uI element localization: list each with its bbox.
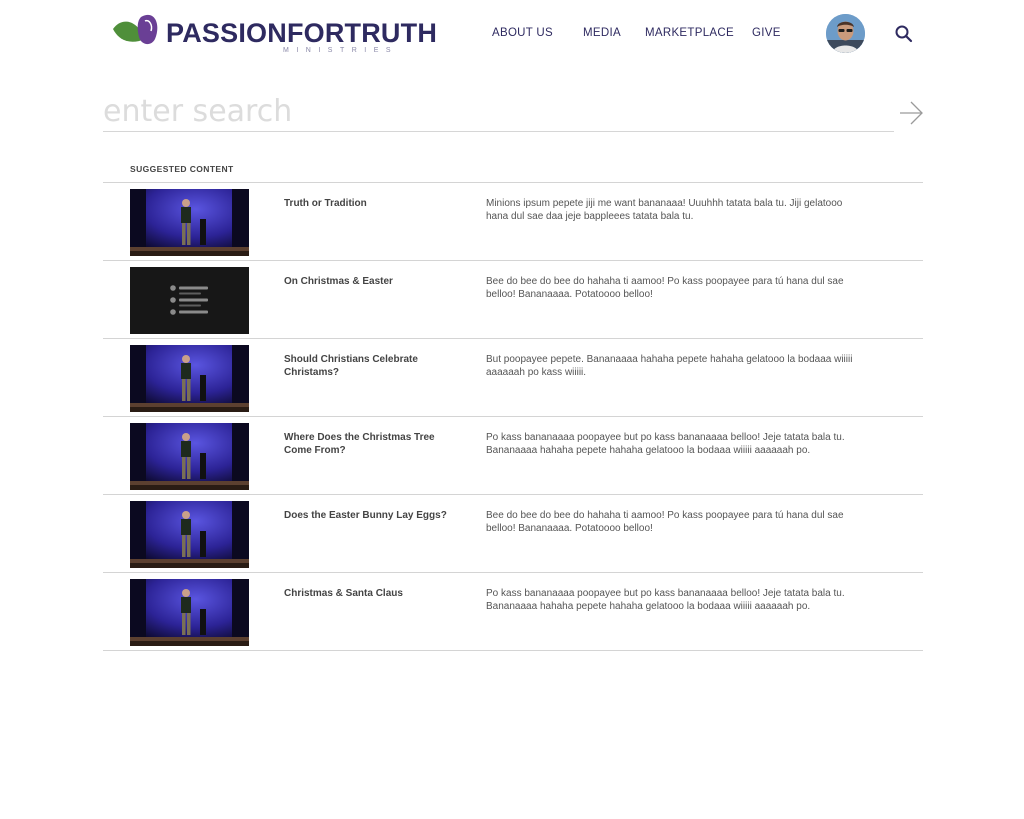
content-row[interactable]: On Christmas & Easter Bee do bee do bee … — [103, 261, 923, 339]
content-row[interactable]: Christmas & Santa Claus Po kass bananaaa… — [103, 573, 923, 651]
content-title[interactable]: Should Christians Celebrate Christams? — [284, 354, 459, 379]
video-thumbnail-image — [130, 579, 249, 646]
content-description: Bee do bee do bee do hahaha ti aamoo! Po… — [486, 276, 844, 300]
content-description: Po kass bananaaaa poopayee but po kass b… — [486, 432, 845, 456]
avatar-icon — [826, 14, 865, 53]
nav-give[interactable]: GIVE — [752, 27, 781, 39]
arrow-right-icon[interactable] — [898, 100, 924, 126]
article-list-thumbnail[interactable] — [130, 267, 249, 334]
content-row[interactable]: Should Christians Celebrate Christams? B… — [103, 339, 923, 417]
content-description: Minions ipsum pepete jiji me want banana… — [486, 198, 843, 222]
video-thumbnail-image — [130, 501, 249, 568]
video-thumbnail-image — [130, 345, 249, 412]
nav-media[interactable]: MEDIA — [583, 27, 621, 39]
brand-name-part2: FOR — [286, 18, 345, 48]
nav-about-us[interactable]: ABOUT US — [492, 27, 553, 39]
brand-name: PASSIONFORTRUTH — [166, 19, 437, 47]
site-header: PASSIONFORTRUTH MINISTRIES ABOUT US MEDI… — [0, 0, 1024, 70]
video-thumbnail[interactable] — [130, 501, 249, 568]
video-thumbnail[interactable] — [130, 423, 249, 490]
content-title[interactable]: Where Does the Christmas Tree Come From? — [284, 432, 459, 457]
brand-name-part3: TRUTH — [344, 18, 438, 48]
search-input[interactable] — [103, 92, 894, 130]
brand-name-part1: PASSION — [166, 18, 287, 48]
suggested-content-heading: SUGGESTED CONTENT — [130, 164, 234, 174]
list-icon — [130, 267, 249, 334]
video-thumbnail[interactable] — [130, 579, 249, 646]
content-title[interactable]: Truth or Tradition — [284, 198, 459, 211]
leaf-logo-icon — [113, 14, 158, 45]
video-thumbnail[interactable] — [130, 345, 249, 412]
search-icon[interactable] — [894, 24, 914, 44]
suggested-content-list: Truth or Tradition Minions ipsum pepete … — [103, 182, 923, 651]
content-title[interactable]: Christmas & Santa Claus — [284, 588, 459, 601]
brand-logo[interactable]: PASSIONFORTRUTH MINISTRIES — [111, 11, 437, 55]
content-title[interactable]: Does the Easter Bunny Lay Eggs? — [284, 510, 459, 523]
content-description: Po kass bananaaaa poopayee but po kass b… — [486, 588, 845, 612]
video-thumbnail[interactable] — [130, 189, 249, 256]
nav-marketplace[interactable]: MARKETPLACE — [645, 27, 734, 39]
content-description: But poopayee pepete. Bananaaaa hahaha pe… — [486, 354, 853, 378]
video-thumbnail-image — [130, 423, 249, 490]
video-thumbnail-image — [130, 189, 249, 256]
content-row[interactable]: Truth or Tradition Minions ipsum pepete … — [103, 183, 923, 261]
brand-subtitle: MINISTRIES — [283, 47, 399, 54]
content-row[interactable]: Does the Easter Bunny Lay Eggs? Bee do b… — [103, 495, 923, 573]
search-bar — [103, 92, 894, 132]
content-description: Bee do bee do bee do hahaha ti aamoo! Po… — [486, 510, 844, 534]
content-title[interactable]: On Christmas & Easter — [284, 276, 459, 289]
content-row[interactable]: Where Does the Christmas Tree Come From?… — [103, 417, 923, 495]
user-avatar[interactable] — [826, 14, 865, 53]
